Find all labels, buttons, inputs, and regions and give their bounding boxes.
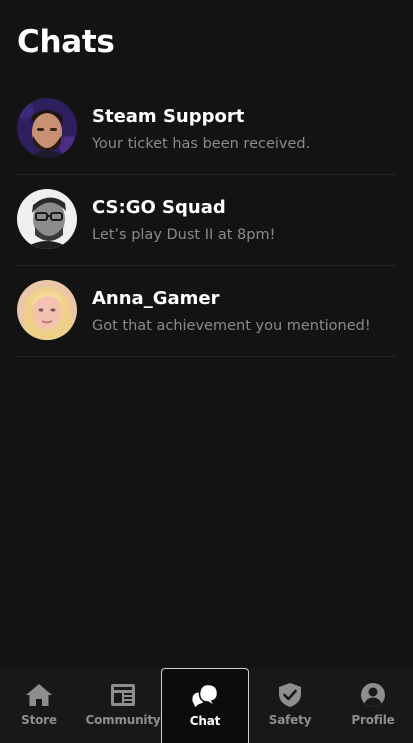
nav-label: Chat xyxy=(189,714,221,728)
chat-preview: Let’s play Dust II at 8pm! xyxy=(92,227,276,243)
nav-item-store[interactable]: Store xyxy=(0,668,83,743)
nav-item-chat[interactable]: Chat xyxy=(161,668,249,743)
bottom-nav: Store Community Chat Safety Profile xyxy=(0,668,413,743)
avatar xyxy=(17,98,77,158)
chat-preview: Your ticket has been received. xyxy=(92,136,311,152)
chat-item-csgo-squad[interactable]: CS:GO Squad Let’s play Dust II at 8pm! xyxy=(15,175,397,266)
home-icon xyxy=(25,682,53,708)
chat-item-steam-support[interactable]: Steam Support Your ticket has been recei… xyxy=(15,84,397,175)
nav-item-community[interactable]: Community xyxy=(79,668,167,743)
nav-label: Safety xyxy=(268,713,312,727)
avatar xyxy=(17,280,77,340)
user-circle-icon xyxy=(359,682,387,708)
chat-name: CS:GO Squad xyxy=(92,197,226,218)
chat-list: Steam Support Your ticket has been recei… xyxy=(15,84,397,357)
nav-item-profile[interactable]: Profile xyxy=(329,668,413,743)
chat-name: Steam Support xyxy=(92,106,245,127)
nav-item-safety[interactable]: Safety xyxy=(246,668,334,743)
chat-item-anna-gamer[interactable]: Anna_Gamer Got that achievement you ment… xyxy=(15,266,397,357)
chat-bubbles-icon xyxy=(191,683,219,709)
chat-name: Anna_Gamer xyxy=(92,288,220,309)
shield-check-icon xyxy=(276,682,304,708)
newspaper-icon xyxy=(109,682,137,708)
page-title: Chats xyxy=(17,24,115,60)
nav-label: Profile xyxy=(351,713,395,727)
chat-preview: Got that achievement you mentioned! xyxy=(92,318,371,334)
nav-label: Store xyxy=(21,713,57,727)
avatar xyxy=(17,189,77,249)
nav-label: Community xyxy=(85,713,161,727)
